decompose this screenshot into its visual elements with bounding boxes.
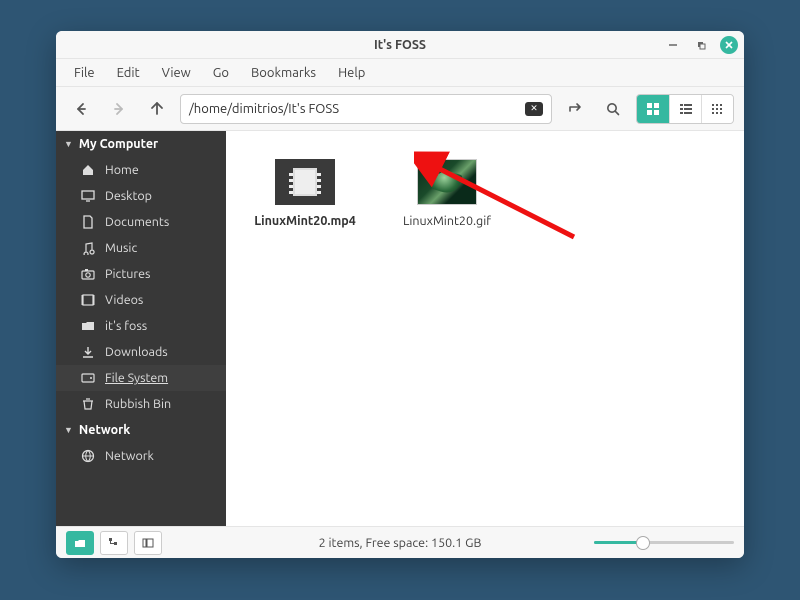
- path-text: /home/dimitrios/It's FOSS: [189, 102, 339, 116]
- toggle-sidebar-button[interactable]: [134, 531, 162, 555]
- menu-file[interactable]: File: [64, 62, 105, 84]
- file-name: LinuxMint20.mp4: [254, 213, 356, 229]
- sidebar-item-network[interactable]: Network: [56, 443, 226, 469]
- zoom-slider[interactable]: [594, 533, 734, 553]
- sidebar-item-videos[interactable]: Videos: [56, 287, 226, 313]
- sidebar-item-rubbish[interactable]: Rubbish Bin: [56, 391, 226, 417]
- path-input[interactable]: /home/dimitrios/It's FOSS ✕: [180, 94, 552, 124]
- gif-file-icon: [417, 159, 477, 205]
- sidebar: ▼ My Computer Home Desktop Documents Mus…: [56, 131, 226, 526]
- disk-icon: [80, 370, 96, 386]
- window-title: It's FOSS: [374, 38, 426, 52]
- sidebar-item-filesystem[interactable]: File System: [56, 365, 226, 391]
- sidebar-item-music[interactable]: Music: [56, 235, 226, 261]
- music-icon: [80, 240, 96, 256]
- file-manager-window: It's FOSS File Edit View Go Bookmarks He…: [56, 31, 744, 558]
- close-button[interactable]: [720, 36, 738, 54]
- show-places-button[interactable]: [66, 531, 94, 555]
- back-button[interactable]: [66, 94, 96, 124]
- home-icon: [80, 162, 96, 178]
- icon-view-button[interactable]: [637, 95, 669, 123]
- file-item-mp4[interactable]: LinuxMint20.mp4: [250, 159, 360, 229]
- folder-icon: [80, 318, 96, 334]
- show-tree-button[interactable]: [100, 531, 128, 555]
- menu-bookmarks[interactable]: Bookmarks: [241, 62, 326, 84]
- trash-icon: [80, 396, 96, 412]
- file-thumbnail: [417, 159, 477, 205]
- document-icon: [80, 214, 96, 230]
- statusbar: 2 items, Free space: 150.1 GB: [56, 526, 744, 558]
- sidebar-item-pictures[interactable]: Pictures: [56, 261, 226, 287]
- up-button[interactable]: [142, 94, 172, 124]
- sidebar-item-itsfoss[interactable]: it's foss: [56, 313, 226, 339]
- video-file-icon: [275, 159, 335, 205]
- file-name: LinuxMint20.gif: [403, 213, 491, 229]
- sidebar-item-home[interactable]: Home: [56, 157, 226, 183]
- clear-path-icon[interactable]: ✕: [525, 102, 543, 116]
- camera-icon: [80, 266, 96, 282]
- forward-button[interactable]: [104, 94, 134, 124]
- maximize-button[interactable]: [692, 36, 710, 54]
- menu-view[interactable]: View: [152, 62, 201, 84]
- titlebar[interactable]: It's FOSS: [56, 31, 744, 59]
- sidebar-header-network[interactable]: ▼ Network: [56, 417, 226, 443]
- menubar: File Edit View Go Bookmarks Help: [56, 59, 744, 87]
- window-controls: [664, 31, 738, 59]
- toggle-path-button[interactable]: [560, 94, 590, 124]
- toolbar: /home/dimitrios/It's FOSS ✕: [56, 87, 744, 131]
- list-view-button[interactable]: [669, 95, 701, 123]
- sidebar-header-computer[interactable]: ▼ My Computer: [56, 131, 226, 157]
- minimize-button[interactable]: [664, 36, 682, 54]
- zoom-knob[interactable]: [636, 536, 650, 550]
- network-icon: [80, 448, 96, 464]
- chevron-down-icon: ▼: [64, 139, 73, 149]
- sidebar-item-downloads[interactable]: Downloads: [56, 339, 226, 365]
- chevron-down-icon: ▼: [64, 425, 73, 435]
- menu-edit[interactable]: Edit: [107, 62, 150, 84]
- file-item-gif[interactable]: LinuxMint20.gif: [392, 159, 502, 229]
- body: ▼ My Computer Home Desktop Documents Mus…: [56, 131, 744, 526]
- sidebar-item-desktop[interactable]: Desktop: [56, 183, 226, 209]
- video-icon: [80, 292, 96, 308]
- download-icon: [80, 344, 96, 360]
- desktop-icon: [80, 188, 96, 204]
- search-button[interactable]: [598, 94, 628, 124]
- menu-go[interactable]: Go: [203, 62, 239, 84]
- menu-help[interactable]: Help: [328, 62, 375, 84]
- sidebar-item-documents[interactable]: Documents: [56, 209, 226, 235]
- file-thumbnail: [275, 159, 335, 205]
- view-mode-group: [636, 94, 734, 124]
- compact-view-button[interactable]: [701, 95, 733, 123]
- file-view[interactable]: LinuxMint20.mp4 LinuxMint20.gif: [226, 131, 744, 526]
